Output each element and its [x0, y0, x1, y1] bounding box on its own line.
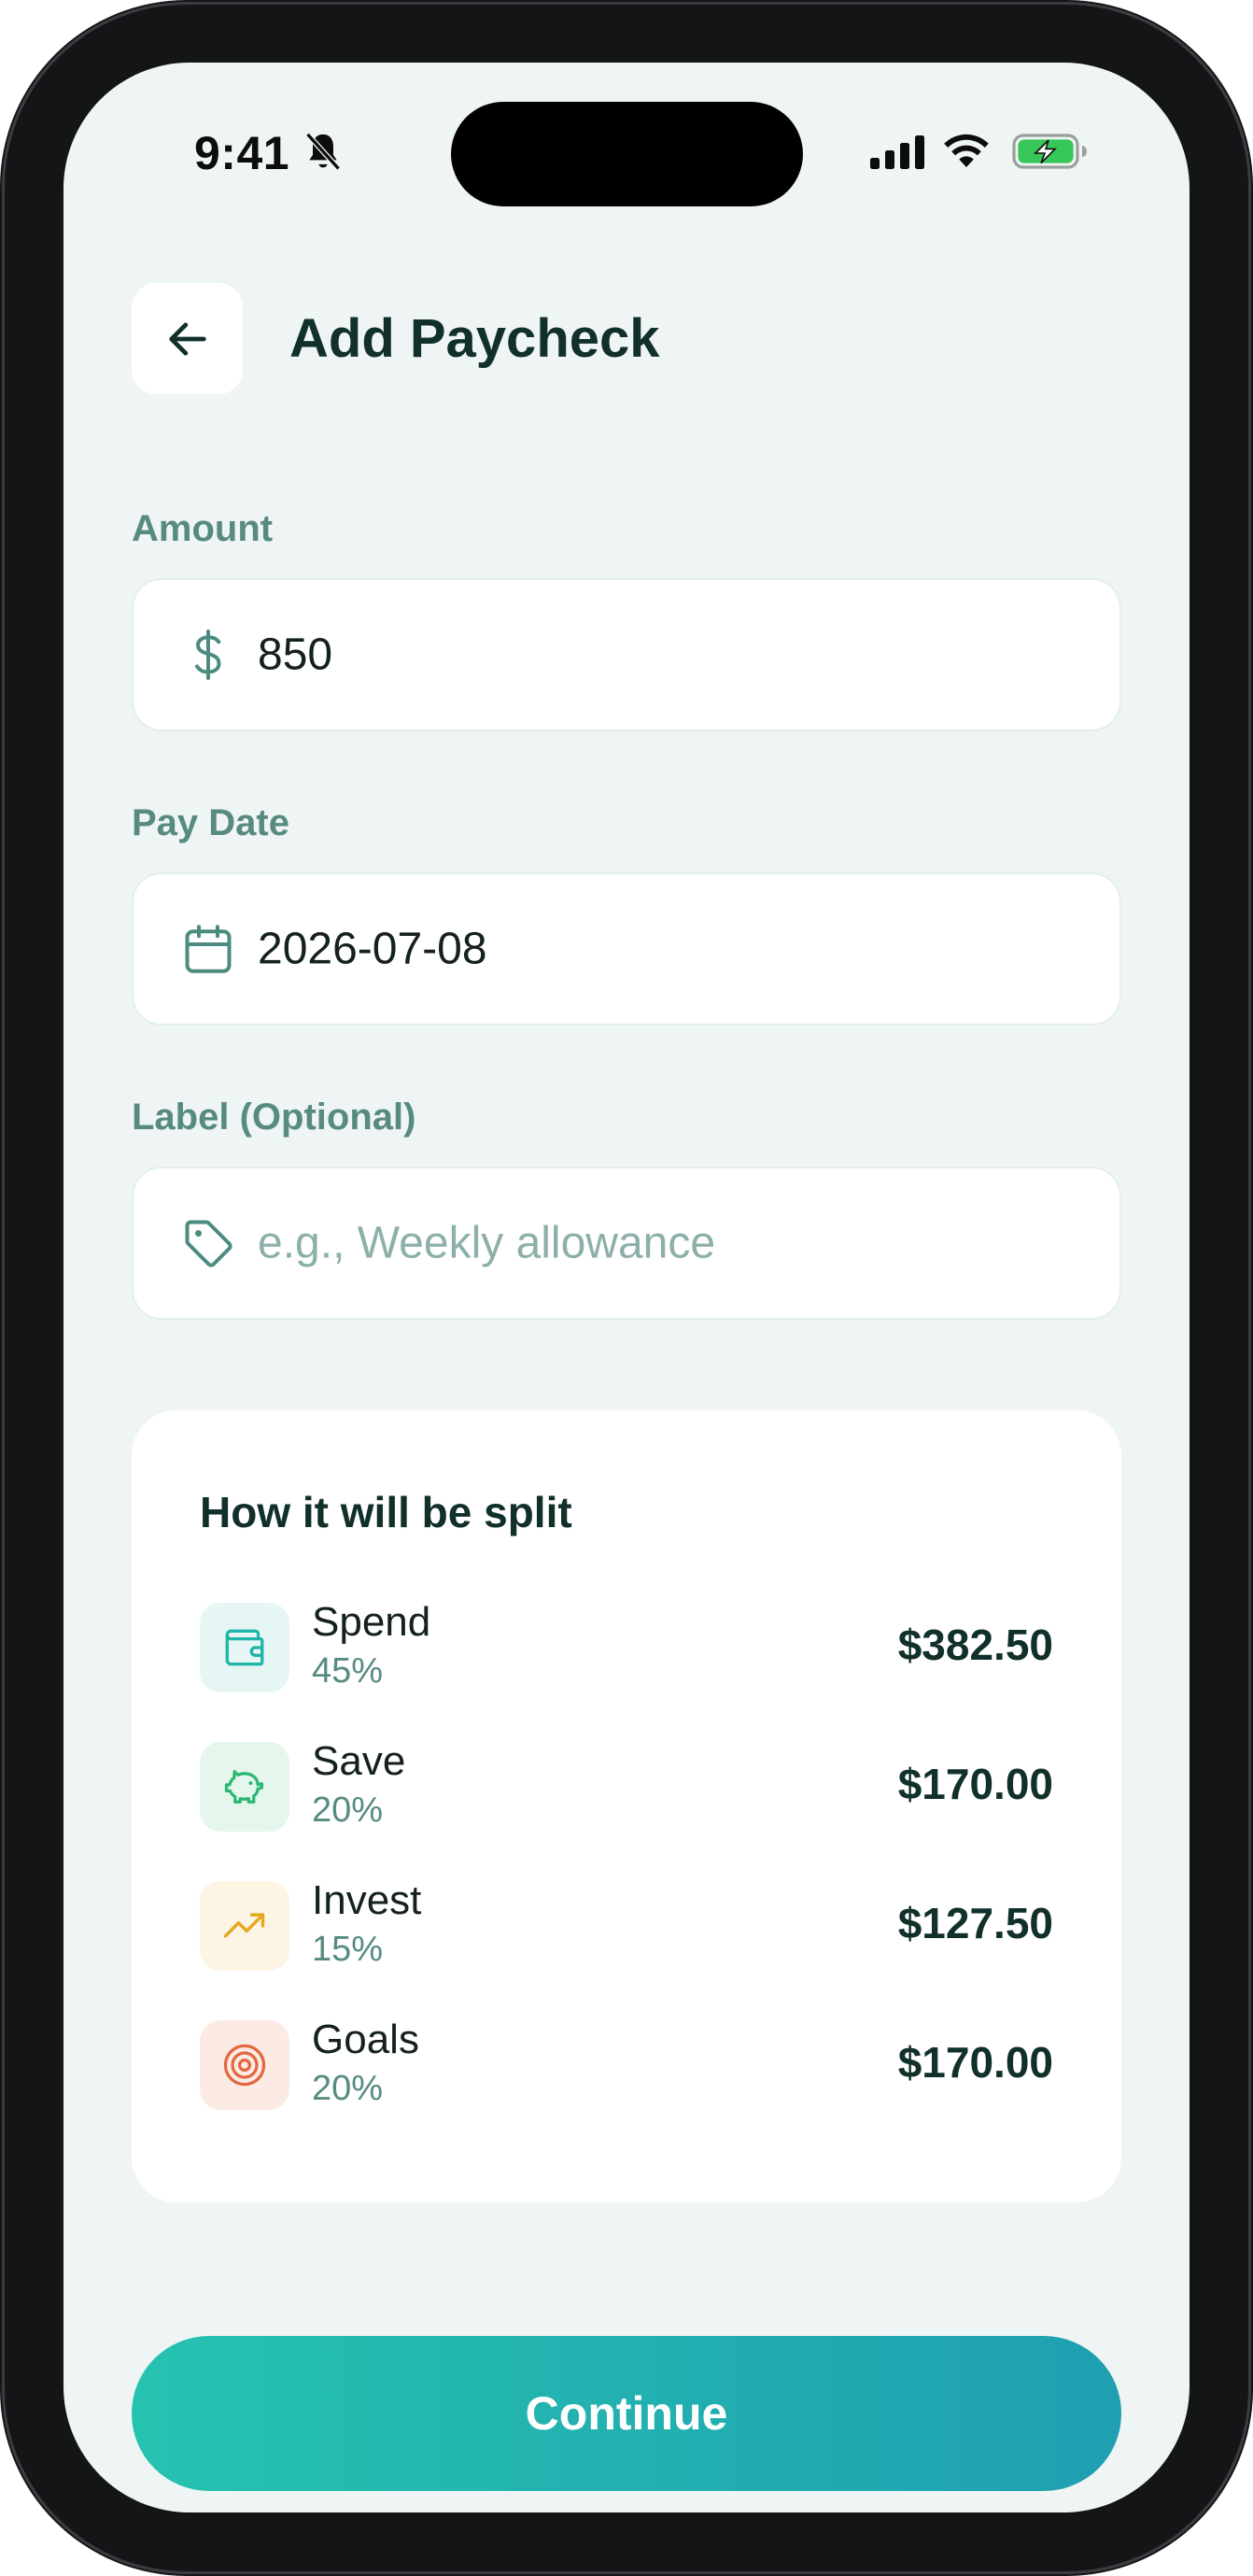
spend-icon-badge: [200, 1603, 289, 1692]
split-row-save: Save 20% $170.00: [200, 1738, 1053, 1833]
amount-input[interactable]: 850: [132, 578, 1121, 731]
label-placeholder: e.g., Weekly allowance: [258, 1218, 716, 1268]
page-title: Add Paycheck: [289, 308, 660, 369]
split-row-spend: Spend 45% $382.50: [200, 1599, 1053, 1694]
split-title: How it will be split: [200, 1488, 572, 1536]
label-input[interactable]: e.g., Weekly allowance: [132, 1167, 1121, 1320]
trending-up-icon: [223, 1913, 265, 1938]
screen: 9:41 Add Paycheck Amount 850 Pay Date 20…: [63, 63, 1190, 2512]
battery-charging-icon: [1012, 134, 1087, 169]
split-preview-card: How it will be split Spend 45% $382.50 S…: [132, 1410, 1121, 2202]
phone-frame: 9:41 Add Paycheck Amount 850 Pay Date 20…: [0, 0, 1253, 2576]
pay-date-value: 2026-07-08: [258, 924, 487, 974]
bell-off-icon: [305, 132, 341, 171]
invest-icon-badge: [200, 1881, 289, 1971]
pay-date-input[interactable]: 2026-07-08: [132, 872, 1121, 1026]
pay-date-label: Pay Date: [132, 802, 289, 843]
goals-name: Goals: [312, 2017, 419, 2062]
wallet-icon: [225, 1629, 264, 1666]
status-time: 9:41: [194, 127, 290, 179]
invest-percent: 15%: [312, 1930, 384, 1969]
back-button[interactable]: [132, 283, 243, 394]
spend-amount: $382.50: [897, 1621, 1053, 1669]
save-amount: $170.00: [897, 1760, 1053, 1808]
tag-icon: [185, 1220, 232, 1267]
amount-label: Amount: [132, 508, 274, 549]
target-icon: [223, 2044, 266, 2087]
wifi-icon: [944, 134, 989, 167]
dynamic-island: [451, 102, 803, 206]
goals-icon-badge: [200, 2020, 289, 2110]
save-name: Save: [312, 1738, 406, 1784]
spend-name: Spend: [312, 1599, 431, 1645]
invest-amount: $127.50: [897, 1899, 1053, 1947]
dollar-icon: [195, 630, 221, 680]
goals-amount: $170.00: [897, 2038, 1053, 2087]
split-row-invest: Invest 15% $127.50: [200, 1877, 1053, 1973]
spend-percent: 45%: [312, 1651, 384, 1691]
cellular-signal-icon: [870, 135, 924, 169]
save-icon-badge: [200, 1742, 289, 1832]
goals-percent: 20%: [312, 2069, 384, 2108]
invest-name: Invest: [312, 1877, 422, 1923]
split-row-goals: Goals 20% $170.00: [200, 2017, 1053, 2112]
continue-button[interactable]: Continue: [132, 2336, 1121, 2491]
label-field-label: Label (Optional): [132, 1097, 416, 1138]
amount-value: 850: [258, 630, 333, 680]
continue-label: Continue: [525, 2387, 728, 2440]
calendar-icon: [185, 925, 232, 973]
arrow-left-icon: [168, 321, 206, 356]
piggy-bank-icon: [224, 1770, 264, 1804]
save-percent: 20%: [312, 1790, 384, 1830]
